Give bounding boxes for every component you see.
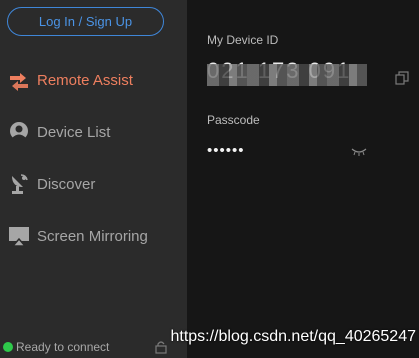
device-id-redaction bbox=[207, 64, 367, 86]
passcode-value: •••••• bbox=[207, 142, 245, 159]
sidebar-item-label: Screen Mirroring bbox=[37, 227, 148, 245]
screen-mirroring-icon bbox=[7, 224, 31, 248]
eye-closed-icon[interactable] bbox=[351, 148, 367, 156]
sidebar-nav: Remote Assist Device List Discover Scree… bbox=[0, 54, 187, 262]
sidebar-item-screen-mirroring[interactable]: Screen Mirroring bbox=[0, 210, 187, 262]
device-id-label: My Device ID bbox=[207, 33, 279, 47]
sidebar-item-label: Device List bbox=[37, 123, 111, 141]
sidebar: Log In / Sign Up Remote Assist Device Li… bbox=[0, 0, 187, 358]
sidebar-item-device-list[interactable]: Device List bbox=[0, 106, 187, 158]
app-window: Log In / Sign Up Remote Assist Device Li… bbox=[0, 0, 419, 358]
watermark-text: https://blog.csdn.net/qq_40265247 bbox=[170, 328, 416, 345]
status-indicator-dot bbox=[3, 342, 13, 352]
sidebar-item-remote-assist[interactable]: Remote Assist bbox=[0, 54, 187, 106]
sidebar-item-label: Remote Assist bbox=[37, 71, 133, 89]
copy-icon[interactable] bbox=[395, 71, 409, 85]
connection-status: Ready to connect bbox=[0, 338, 187, 356]
main-panel: My Device ID 021 173 091 Passcode •••••• bbox=[187, 0, 419, 358]
lock-icon[interactable] bbox=[155, 340, 167, 354]
status-text: Ready to connect bbox=[16, 340, 110, 354]
device-list-icon bbox=[7, 120, 31, 144]
login-signup-button[interactable]: Log In / Sign Up bbox=[7, 7, 164, 36]
discover-icon bbox=[7, 172, 31, 196]
passcode-label: Passcode bbox=[207, 113, 260, 127]
remote-assist-icon bbox=[7, 68, 31, 92]
sidebar-item-label: Discover bbox=[37, 175, 96, 193]
sidebar-item-discover[interactable]: Discover bbox=[0, 158, 187, 210]
